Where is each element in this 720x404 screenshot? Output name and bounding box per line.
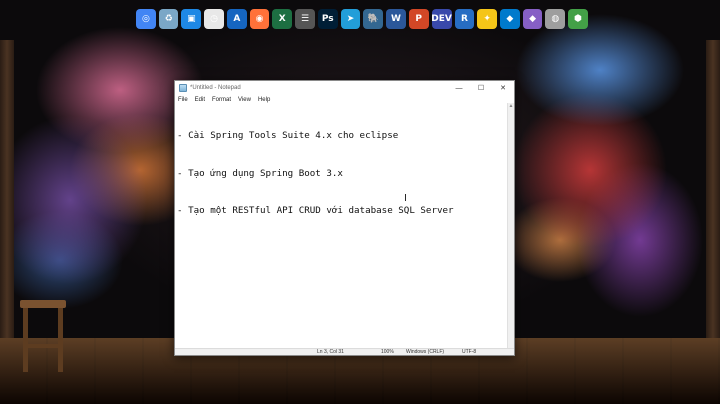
menu-help[interactable]: Help xyxy=(258,97,270,103)
editor-line: - Tạo ứng dụng Spring Boot 3.x xyxy=(177,167,343,179)
excel-icon[interactable]: X xyxy=(272,9,293,29)
devtools-icon[interactable]: DEV xyxy=(431,9,452,29)
maximize-button[interactable]: ☐ xyxy=(470,81,492,95)
vscode-icon[interactable]: ◆ xyxy=(500,9,520,29)
text-cursor-icon: I xyxy=(404,193,407,204)
word-icon[interactable]: W xyxy=(386,9,406,29)
recycle-bin-icon[interactable]: ♻ xyxy=(158,9,179,29)
notepad-window[interactable]: *Untitled - Notepad — ☐ ✕ File Edit Form… xyxy=(174,80,515,356)
status-bar: Ln 3, Col 31 100% Windows (CRLF) UTF-8 xyxy=(175,348,514,355)
menu-view[interactable]: View xyxy=(238,97,251,103)
title-bar[interactable]: *Untitled - Notepad — ☐ ✕ xyxy=(175,81,514,95)
editor-line: - Tạo một RESTful API CRUD với database … xyxy=(177,205,454,216)
screenshot-tool-icon[interactable]: ▣ xyxy=(181,9,202,29)
wall-post-right xyxy=(706,40,720,340)
postgres-icon[interactable]: 🐘 xyxy=(363,9,384,29)
minimize-button[interactable]: — xyxy=(448,81,470,95)
database-icon[interactable]: ◍ xyxy=(545,9,566,29)
photoshop-icon[interactable]: Ps xyxy=(317,9,338,29)
line-ending: Windows (CRLF) xyxy=(406,349,445,355)
text-editor[interactable]: - Cài Spring Tools Suite 4.x cho eclipse… xyxy=(175,103,507,348)
close-button[interactable]: ✕ xyxy=(492,81,514,95)
green-hex-icon[interactable]: ⬢ xyxy=(568,9,588,29)
editor-line: - Cài Spring Tools Suite 4.x cho eclipse xyxy=(177,130,399,141)
wooden-stool xyxy=(20,300,66,372)
menu-edit[interactable]: Edit xyxy=(195,97,205,103)
taskbar: ◎ ♻ ▣ ◷ A ◉ X ☰ Ps ➤ 🐘 W P DEV R ✦ ◆ ◆ ◍ ⬢ xyxy=(136,8,588,30)
chrome-icon[interactable]: ◎ xyxy=(136,9,156,29)
encoding: UTF-8 xyxy=(462,349,477,355)
font-tool-icon[interactable]: A xyxy=(226,9,247,29)
visual-studio-icon[interactable]: ◆ xyxy=(522,9,543,29)
powerpoint-icon[interactable]: P xyxy=(408,9,429,29)
wall-post-left xyxy=(0,40,14,340)
notepad-app-icon xyxy=(179,84,187,92)
r-icon[interactable]: R xyxy=(454,9,475,29)
menu-format[interactable]: Format xyxy=(212,97,231,103)
zoom-level: 100% xyxy=(381,349,394,355)
yellow-app-icon[interactable]: ✦ xyxy=(477,9,498,29)
vertical-scrollbar[interactable]: ▲ xyxy=(507,103,514,348)
clock-icon[interactable]: ◷ xyxy=(204,9,224,29)
menu-file[interactable]: File xyxy=(178,97,188,103)
settings-icon[interactable]: ☰ xyxy=(295,9,315,29)
telegram-icon[interactable]: ➤ xyxy=(340,9,361,29)
scroll-up-icon[interactable]: ▲ xyxy=(508,103,514,110)
cursor-position: Ln 3, Col 31 xyxy=(317,349,344,355)
firefox-icon[interactable]: ◉ xyxy=(249,9,270,29)
window-title: *Untitled - Notepad xyxy=(190,85,241,91)
